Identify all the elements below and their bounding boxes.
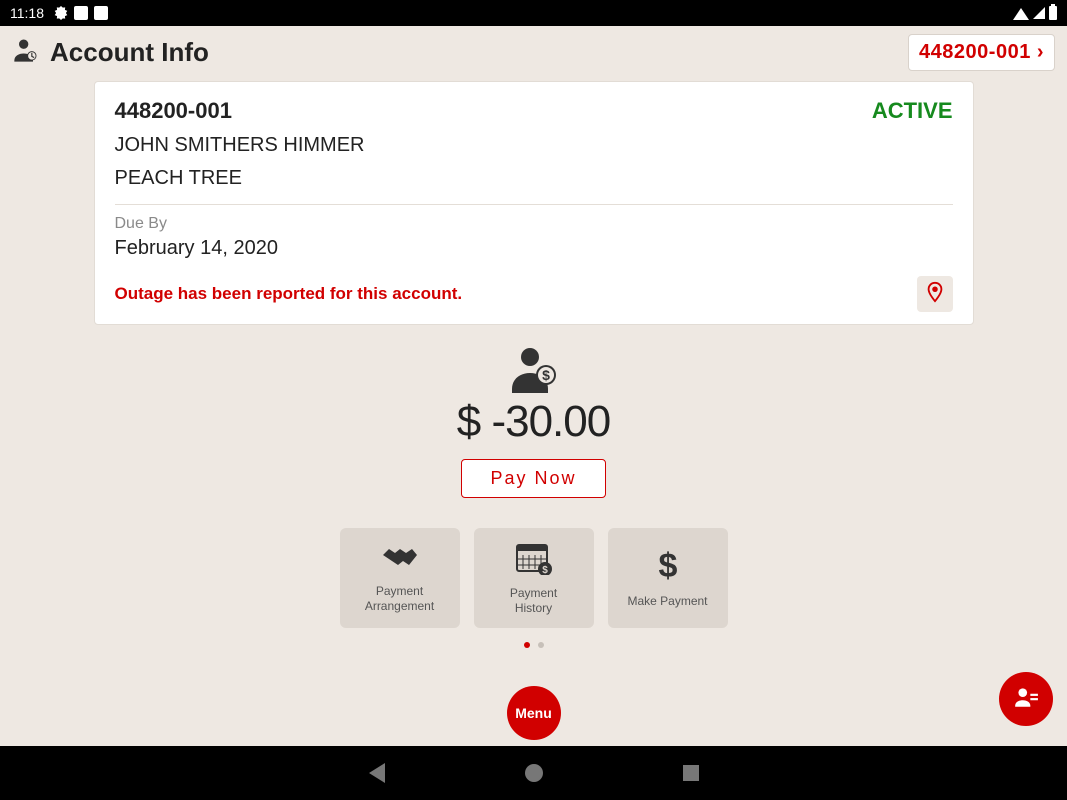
page-indicator: [0, 642, 1067, 648]
account-selector-button[interactable]: 448200-001 ›: [908, 34, 1055, 71]
balance-icon: $: [0, 345, 1067, 393]
svg-text:$: $: [542, 565, 548, 575]
tile-payment-arrangement[interactable]: Payment Arrangement: [340, 528, 460, 628]
status-time: 11:18: [10, 5, 44, 21]
account-number: 448200-001: [115, 98, 232, 124]
svg-text:$: $: [658, 547, 677, 583]
menu-label: Menu: [515, 705, 552, 721]
tile-payment-history[interactable]: $ Payment History: [474, 528, 594, 628]
action-tiles: Payment Arrangement $ Payment History: [0, 528, 1067, 628]
person-card-icon: [1013, 684, 1039, 715]
tile-label: Make Payment: [627, 594, 707, 608]
tile-label: Payment Arrangement: [365, 584, 434, 613]
tile-make-payment[interactable]: $ Make Payment: [608, 528, 728, 628]
outage-location-button[interactable]: [917, 276, 953, 312]
account-address: PEACH TREE: [115, 167, 953, 190]
header-left: Account Info: [12, 36, 209, 69]
account-status-badge: ACTIVE: [872, 98, 953, 124]
chevron-right-icon: ›: [1037, 41, 1044, 64]
app-body: Account Info 448200-001 › 448200-001 ACT…: [0, 26, 1067, 746]
location-pin-icon: [924, 281, 946, 308]
balance-section: $ $ -30.00 Pay Now: [0, 345, 1067, 498]
page-dot-active: [524, 642, 530, 648]
nav-back-button[interactable]: [369, 763, 385, 783]
svg-text:$: $: [542, 367, 550, 383]
account-holder-name: JOHN SMITHERS HIMMER: [115, 134, 953, 157]
page-dot: [538, 642, 544, 648]
menu-button[interactable]: Menu: [507, 686, 561, 740]
android-status-bar: 11:18: [0, 0, 1067, 26]
account-card: 448200-001 ACTIVE JOHN SMITHERS HIMMER P…: [94, 81, 974, 325]
handshake-icon: [380, 543, 420, 578]
nav-home-button[interactable]: [525, 764, 543, 782]
due-by-date: February 14, 2020: [115, 237, 953, 260]
tile-label: Payment History: [510, 586, 557, 615]
balance-amount: $ -30.00: [0, 397, 1067, 447]
contact-fab-button[interactable]: [999, 672, 1053, 726]
app-header: Account Info 448200-001 ›: [0, 26, 1067, 81]
divider: [115, 204, 953, 205]
account-selector-label: 448200-001: [919, 41, 1031, 64]
app-status-icon: [74, 6, 88, 20]
settings-status-icon: [54, 6, 68, 20]
page-title: Account Info: [50, 37, 209, 68]
outage-message: Outage has been reported for this accoun…: [115, 284, 463, 304]
due-by-label: Due By: [115, 215, 953, 233]
dollar-icon: $: [653, 547, 683, 588]
sdcard-status-icon: [94, 6, 108, 20]
wifi-icon: [1013, 8, 1029, 20]
android-nav-bar: [0, 746, 1067, 800]
person-icon: [12, 36, 40, 69]
pay-now-button[interactable]: Pay Now: [461, 459, 605, 498]
cell-signal-icon: [1033, 7, 1045, 19]
calendar-icon: $: [515, 541, 553, 580]
battery-icon: [1049, 6, 1057, 20]
nav-recent-button[interactable]: [683, 765, 699, 781]
